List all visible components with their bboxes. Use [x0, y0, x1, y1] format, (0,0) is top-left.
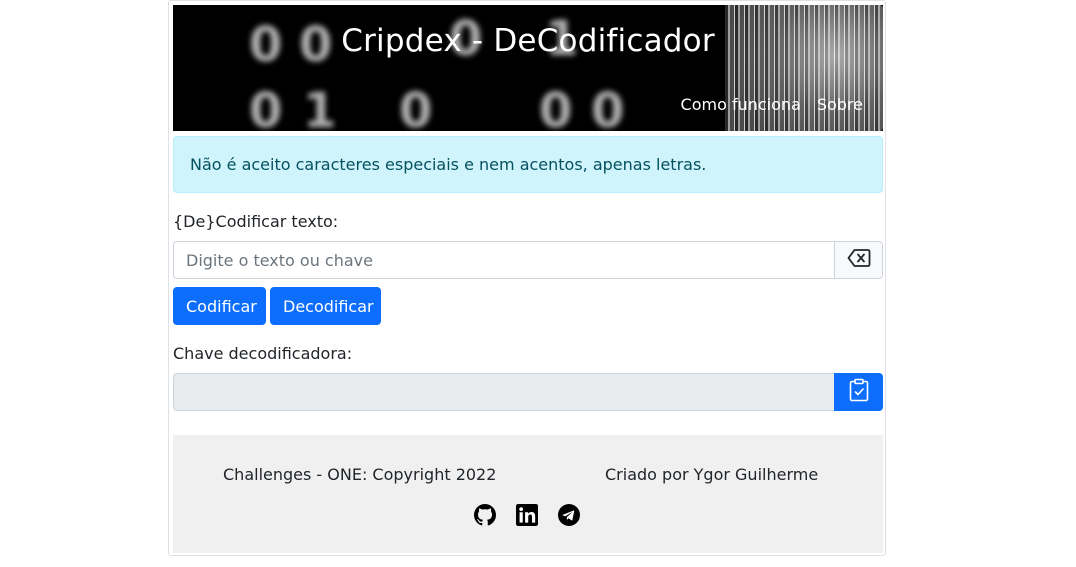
binary-digit: 0: [399, 83, 433, 131]
clear-button[interactable]: [834, 241, 883, 279]
encode-input-group: [173, 241, 883, 279]
backspace-icon: [847, 248, 871, 272]
key-input-group: [173, 373, 883, 411]
footer-author: Criado por Ygor Guilherme: [605, 465, 819, 484]
info-alert: Não é aceito caracteres especiais e nem …: [173, 136, 883, 193]
footer: Challenges - ONE: Copyright 2022 Criado …: [173, 435, 883, 553]
decode-button[interactable]: Decodificar: [270, 287, 381, 325]
github-icon[interactable]: [474, 504, 496, 526]
header-banner: 0 0 0 1 0 1 0 0 0 Cripdex - DeCodificado…: [173, 5, 883, 131]
binary-digit: 0: [591, 83, 625, 131]
binary-digit: 0: [539, 83, 573, 131]
header-nav: Como funciona Sobre: [681, 95, 863, 114]
nav-link-sobre[interactable]: Sobre: [817, 95, 863, 114]
binary-digit: 1: [303, 83, 337, 131]
linkedin-icon[interactable]: [516, 504, 538, 526]
nav-link-como-funciona[interactable]: Como funciona: [681, 95, 801, 114]
key-output-field[interactable]: [173, 373, 834, 411]
binary-digit: 0: [249, 83, 283, 131]
encode-label: {De}Codificar texto:: [173, 212, 339, 231]
encode-button[interactable]: Codificar: [173, 287, 266, 325]
social-links: [474, 504, 580, 526]
clipboard-check-icon: [848, 378, 870, 406]
telegram-icon[interactable]: [558, 504, 580, 526]
text-input[interactable]: [173, 241, 834, 279]
key-label: Chave decodificadora:: [173, 344, 353, 363]
footer-copyright: Challenges - ONE: Copyright 2022: [223, 465, 497, 484]
copy-button[interactable]: [834, 373, 883, 411]
page-title: Cripdex - DeCodificador: [341, 23, 715, 59]
